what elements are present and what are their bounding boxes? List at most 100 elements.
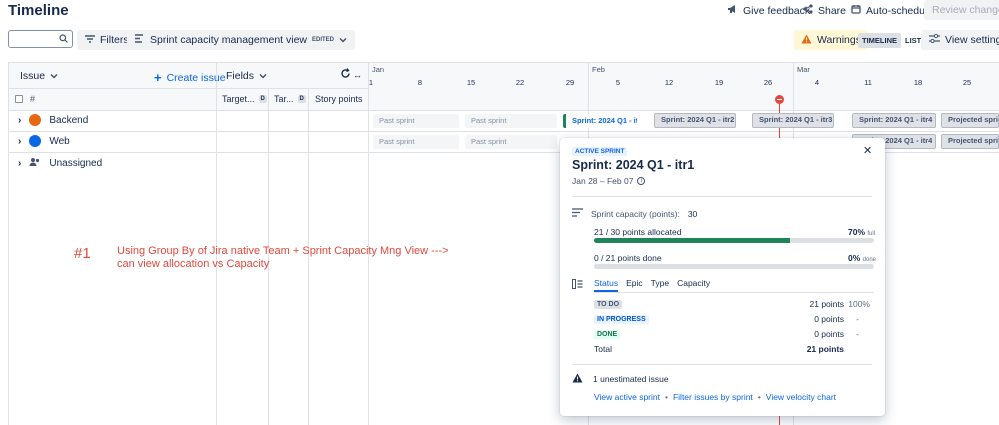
timeline-list-toggle: TIMELINE LIST — [858, 30, 925, 50]
link-separator: • — [757, 392, 761, 402]
row-backend[interactable]: › Backend — [18, 114, 88, 126]
date-badge: D — [297, 95, 306, 103]
settings-sliders-icon — [929, 33, 940, 46]
search-input[interactable] — [11, 31, 59, 47]
give-feedback-label: Give feedback — [743, 4, 811, 17]
unestimated-text: 1 unestimated issue — [593, 374, 669, 384]
column-label: Tar... — [274, 94, 294, 104]
annotation-line-1: Using Group By of Jira native Team + Spr… — [117, 245, 449, 257]
close-button[interactable]: ✕ — [863, 144, 872, 157]
velocity-chart-link[interactable]: View velocity chart — [766, 392, 836, 402]
day-tick: 4 — [814, 78, 820, 87]
day-tick: 26 — [763, 78, 773, 87]
allocated-suffix: full — [867, 231, 876, 237]
day-tick: 12 — [664, 78, 674, 87]
chevron-down-icon — [50, 70, 58, 82]
status-points: 0 points — [814, 329, 844, 339]
day-tick: 22 — [515, 78, 525, 87]
fields-label: Fields — [226, 70, 255, 82]
allocated-progress-fill — [594, 238, 790, 243]
sprint-bar-itr3[interactable]: Sprint: 2024 Q1 - itr3 — [752, 113, 834, 128]
issue-sort-button[interactable]: Issue — [20, 70, 58, 82]
status-pct: - — [856, 314, 859, 324]
sprint-details-popup: ACTIVE SPRINT ✕ Sprint: 2024 Q1 - itr1 J… — [560, 138, 885, 416]
total-label: Total — [594, 344, 612, 354]
status-pct: 100% — [848, 299, 870, 309]
give-feedback-button[interactable]: Give feedback — [727, 4, 810, 17]
done-pct-group: 0% done — [848, 253, 876, 263]
allocated-text: 21 / 30 points allocated — [594, 227, 682, 237]
allocated-pct-group: 70% full — [848, 227, 875, 237]
fields-button[interactable]: Fields — [226, 70, 267, 82]
sprint-bar-past[interactable]: Past sprint — [465, 114, 557, 128]
tab-status[interactable]: Status — [594, 278, 619, 292]
share-icon — [803, 4, 813, 17]
team-avatar — [29, 135, 42, 147]
sprint-bar-projected[interactable]: Projected sprint — [941, 113, 999, 128]
row-unassigned[interactable]: › Unassigned — [18, 157, 102, 170]
done-suffix: done — [862, 257, 877, 263]
tab-capacity[interactable]: Capacity — [677, 278, 710, 292]
month-mar: Mar — [797, 65, 810, 74]
active-sprint-badge: ACTIVE SPRINT — [572, 147, 628, 156]
month-feb: Feb — [592, 65, 605, 74]
popup-links: View active sprint • Filter issues by sp… — [594, 392, 836, 402]
view-icon — [135, 34, 145, 46]
warnings-button[interactable]: Warnings — [794, 30, 868, 50]
tab-epic[interactable]: Epic — [626, 278, 643, 292]
day-tick: 29 — [565, 78, 575, 87]
chevron-right-icon[interactable]: › — [18, 115, 21, 126]
day-tick: 15 — [466, 78, 476, 87]
auto-schedule-button[interactable]: Auto-schedule — [851, 4, 933, 17]
breakdown-tabs: Status Epic Type Capacity — [594, 278, 710, 292]
toggle-timeline[interactable]: TIMELINE — [858, 32, 901, 48]
target-end-column[interactable]: Tar... D — [274, 94, 306, 104]
view-settings-button[interactable]: View settings — [921, 30, 999, 50]
hash-column-header: # — [30, 94, 36, 104]
date-badge: D — [258, 95, 267, 103]
day-tick: 25 — [962, 78, 972, 87]
status-pct: - — [856, 329, 859, 339]
chevron-down-icon — [339, 34, 347, 46]
filter-issues-link[interactable]: Filter issues by sprint — [673, 392, 753, 402]
sprint-bar-itr2[interactable]: Sprint: 2024 Q1 - itr2 — [654, 113, 736, 128]
day-tick: 18 — [913, 78, 923, 87]
list-icon — [572, 208, 583, 219]
sprint-bar-active[interactable]: Sprint: 2024 Q1 - itr1 — [563, 114, 637, 128]
month-jan: Jan — [372, 65, 385, 74]
sprint-bar-projected[interactable]: Projected sprint — [941, 134, 999, 149]
day-tick: 8 — [417, 78, 423, 87]
search-input-wrapper — [8, 30, 73, 48]
day-tick: 11 — [864, 78, 872, 87]
create-issue-button[interactable]: + Create issue — [154, 70, 226, 85]
sprint-bar-past[interactable]: Past sprint — [465, 135, 557, 149]
refresh-expand-button[interactable]: ↔ — [340, 68, 362, 82]
sprint-bar-past[interactable]: Past sprint — [373, 135, 459, 149]
view-active-sprint-link[interactable]: View active sprint — [594, 392, 660, 402]
chevron-down-icon — [259, 70, 267, 82]
status-lozenge: IN PROGRESS — [594, 315, 649, 324]
select-all-checkbox[interactable] — [15, 95, 23, 103]
info-icon[interactable]: i — [637, 177, 646, 185]
story-points-column[interactable]: Story points — [315, 94, 363, 104]
share-button[interactable]: Share — [803, 4, 846, 17]
row-web[interactable]: › Web — [18, 135, 70, 147]
chevron-right-icon[interactable]: › — [18, 158, 21, 169]
chevron-right-icon[interactable]: › — [18, 136, 21, 147]
view-selector[interactable]: Sprint capacity management view EDITED — [127, 30, 356, 50]
sprint-bar-itr4[interactable]: Sprint: 2024 Q1 - itr4 — [852, 113, 936, 128]
issue-header-label: Issue — [20, 70, 46, 82]
status-row-todo: TO DO 21 points 100% — [594, 299, 874, 311]
done-pct: 0% — [848, 253, 861, 263]
view-name: Sprint capacity management view — [150, 34, 307, 46]
done-text: 0 / 21 points done — [594, 253, 662, 263]
capacity-value: 30 — [687, 208, 698, 219]
status-row-in-progress: IN PROGRESS 0 points - — [594, 314, 874, 326]
review-changes-button[interactable]: Review changes — [924, 0, 999, 20]
status-points: 21 points — [809, 299, 845, 309]
tab-type[interactable]: Type — [651, 278, 669, 292]
sprint-bar-past[interactable]: Past sprint — [373, 114, 459, 128]
close-icon: ✕ — [863, 145, 873, 157]
status-lozenge: TO DO — [594, 300, 623, 309]
target-start-column[interactable]: Target... D — [222, 94, 267, 104]
